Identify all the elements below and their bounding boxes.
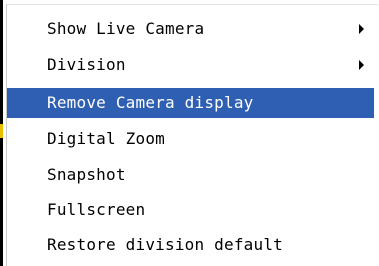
menu-item-label: Remove Camera display (47, 93, 254, 112)
menu-item-label: Division (47, 55, 126, 74)
menu-item-label: Snapshot (47, 165, 126, 184)
menu-item-digital-zoom[interactable]: Digital Zoom (7, 124, 374, 154)
menu-item-snapshot[interactable]: Snapshot (7, 160, 374, 190)
window-edge-accent (0, 124, 3, 138)
menu-item-division[interactable]: Division (7, 50, 374, 80)
menu-item-fullscreen[interactable]: Fullscreen (7, 195, 374, 225)
context-menu: Show Live Camera Division Remove Camera … (6, 4, 378, 266)
window-edge (0, 0, 3, 266)
submenu-arrow-icon (359, 60, 364, 70)
menu-item-label: Restore division default (47, 235, 283, 254)
menu-item-remove-camera-display[interactable]: Remove Camera display (7, 88, 374, 118)
menu-item-restore-division-default[interactable]: Restore division default (7, 230, 374, 260)
menu-item-label: Show Live Camera (47, 19, 205, 38)
menu-item-show-live-camera[interactable]: Show Live Camera (7, 14, 374, 44)
submenu-arrow-icon (359, 24, 364, 34)
screenshot: Show Live Camera Division Remove Camera … (0, 0, 379, 266)
menu-item-label: Fullscreen (47, 200, 146, 219)
menu-item-label: Digital Zoom (47, 129, 165, 148)
